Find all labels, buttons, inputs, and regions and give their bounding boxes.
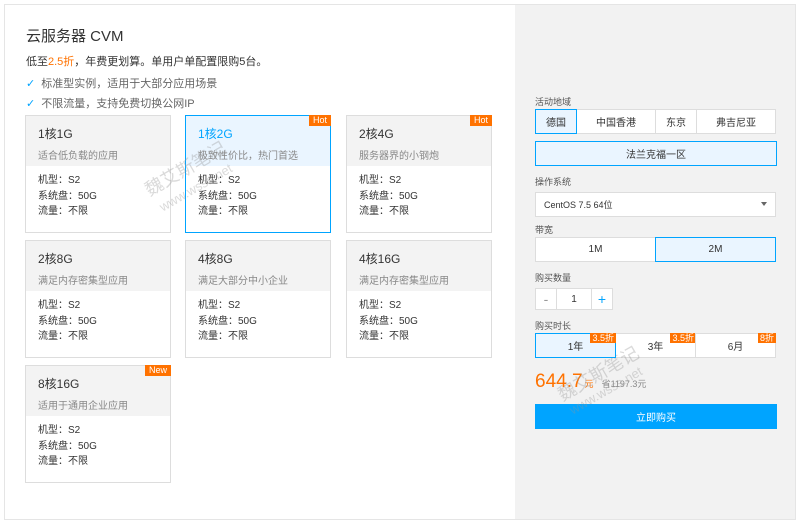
config-card-1c1g[interactable]: 1核1G 适合低负载的应用 机型：S2 系统盘：50G 流量：不限 [25,115,171,233]
card-disk: 系统盘：50G [198,190,257,202]
card-model: 机型：S2 [359,175,402,186]
price-display: 644.7 元 省1197.3元 [535,371,646,393]
region-option-tokyo[interactable]: 东京 [655,109,697,134]
price-saving: 省1197.3元 [601,379,647,389]
card-name: 1核1G [38,127,73,141]
card-desc: 适合低负载的应用 [38,151,118,162]
os-value: CentOS 7.5 64位 [544,200,613,210]
config-card-1c2g[interactable]: 1核2G 极致性价比，热门首选 机型：S2 系统盘：50G 流量：不限 Hot [185,115,331,233]
card-model: 机型：S2 [38,175,81,186]
new-badge: New [144,365,171,376]
duration-text: 3年 [647,342,664,353]
check-icon: ✓ [26,77,36,90]
card-desc: 满足内存密集型应用 [38,276,128,287]
product-info: 云服务器 CVM 低至2.5折，年费更划算。单用户单配置限购5台。 ✓ 标准型实… [5,5,515,519]
card-desc: 极致性价比，热门首选 [198,151,298,162]
region-option-germany[interactable]: 德国 [535,109,577,134]
card-disk: 系统盘：50G [38,440,97,452]
feature-text: 不限流量，支持免费切换公网IP [41,98,195,110]
config-card-8c16g[interactable]: 8核16G 适用于通用企业应用 机型：S2 系统盘：50G 流量：不限 New [25,365,171,483]
bandwidth-label: 带宽 [535,225,554,235]
duration-selector: 1年 3.5折 3年 3.5折 6月 8折 [535,333,776,358]
duration-label: 购买时长 [535,321,572,331]
increment-button[interactable]: + [591,288,613,310]
hot-badge: Hot [469,115,492,126]
card-name: 8核16G [38,377,80,391]
card-traffic: 流量：不限 [38,206,88,217]
quantity-input[interactable]: 1 [557,288,591,310]
buy-now-button[interactable]: 立即购买 [535,404,777,429]
card-model: 机型：S2 [38,300,81,311]
card-model: 机型：S2 [198,175,241,186]
check-icon: ✓ [26,97,36,110]
promo-post: ，年费更划算。单用户单配置限购5台。 [74,56,268,68]
product-panel: 云服务器 CVM 低至2.5折，年费更划算。单用户单配置限购5台。 ✓ 标准型实… [4,4,796,520]
duration-option-3y[interactable]: 3年 3.5折 [615,333,696,358]
os-select[interactable]: CentOS 7.5 64位 [535,192,776,217]
card-disk: 系统盘：50G [198,315,257,327]
card-name: 2核8G [38,252,73,266]
region-option-hongkong[interactable]: 中国香港 [576,109,656,134]
discount-tag: 3.5折 [670,333,696,343]
zone-option-frankfurt-1[interactable]: 法兰克福一区 [535,141,777,166]
card-traffic: 流量：不限 [38,331,88,342]
card-name: 4核16G [359,252,401,266]
config-card-2c8g[interactable]: 2核8G 满足内存密集型应用 机型：S2 系统盘：50G 流量：不限 [25,240,171,358]
promo-text: 低至2.5折，年费更划算。单用户单配置限购5台。 [26,53,267,69]
card-model: 机型：S2 [38,425,81,436]
card-disk: 系统盘：50G [38,315,97,327]
card-disk: 系统盘：50G [359,190,418,202]
card-traffic: 流量：不限 [359,206,409,217]
card-traffic: 流量：不限 [198,206,248,217]
decrement-button[interactable]: - [535,288,557,310]
card-desc: 满足大部分中小企业 [198,276,288,287]
feature-item: ✓ 不限流量，支持免费切换公网IP [26,95,195,111]
hot-badge: Hot [308,115,331,126]
purchase-panel: 活动地域 德国 中国香港 东京 弗吉尼亚 法兰克福一区 操作系统 CentOS … [515,5,795,519]
card-traffic: 流量：不限 [359,331,409,342]
promo-discount: 2.5折 [48,56,75,68]
duration-option-6m[interactable]: 6月 8折 [695,333,776,358]
card-traffic: 流量：不限 [198,331,248,342]
duration-text: 1年 [567,342,584,353]
promo-pre: 低至 [26,56,48,68]
discount-tag: 8折 [757,333,776,343]
region-label: 活动地域 [535,97,572,107]
region-option-virginia[interactable]: 弗吉尼亚 [696,109,776,134]
bandwidth-option-2m[interactable]: 2M [655,237,776,262]
page-title: 云服务器 CVM [26,28,124,45]
feature-item: ✓ 标准型实例，适用于大部分应用场景 [26,75,217,91]
discount-tag: 3.5折 [590,333,616,343]
card-disk: 系统盘：50G [38,190,97,202]
quantity-label: 购买数量 [535,273,572,283]
card-name: 1核2G [198,127,233,141]
bandwidth-selector: 1M 2M [535,237,776,262]
chevron-down-icon [761,202,767,206]
price-amount: 644.7 [535,371,583,392]
card-desc: 服务器界的小钢炮 [359,151,439,162]
card-disk: 系统盘：50G [359,315,418,327]
price-unit: 元 [584,379,594,389]
duration-option-1y[interactable]: 1年 3.5折 [535,333,616,358]
card-name: 2核4G [359,127,394,141]
region-selector: 德国 中国香港 东京 弗吉尼亚 [535,109,776,134]
config-card-4c8g[interactable]: 4核8G 满足大部分中小企业 机型：S2 系统盘：50G 流量：不限 [185,240,331,358]
config-card-4c16g[interactable]: 4核16G 满足内存密集型应用 机型：S2 系统盘：50G 流量：不限 [346,240,492,358]
duration-text: 6月 [727,342,744,353]
card-model: 机型：S2 [198,300,241,311]
bandwidth-option-1m[interactable]: 1M [535,237,656,262]
config-card-2c4g[interactable]: 2核4G 服务器界的小钢炮 机型：S2 系统盘：50G 流量：不限 Hot [346,115,492,233]
os-label: 操作系统 [535,177,572,187]
card-name: 4核8G [198,252,233,266]
card-desc: 满足内存密集型应用 [359,276,449,287]
card-desc: 适用于通用企业应用 [38,401,128,412]
feature-text: 标准型实例，适用于大部分应用场景 [41,78,218,90]
zone-selector: 法兰克福一区 [535,141,777,166]
quantity-stepper: - 1 + [535,288,613,310]
card-traffic: 流量：不限 [38,456,88,467]
card-model: 机型：S2 [359,300,402,311]
